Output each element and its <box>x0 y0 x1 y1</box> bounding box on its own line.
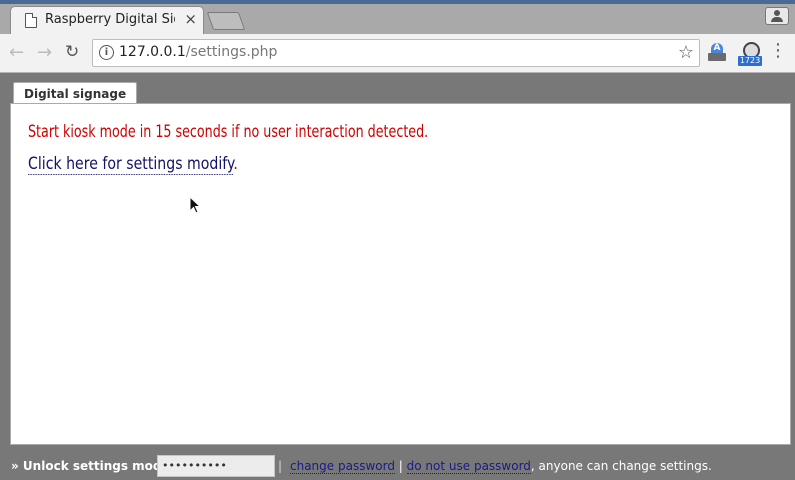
extension-badge: 1723 <box>738 56 762 66</box>
timer-extension-icon[interactable]: 1723 <box>738 42 762 66</box>
forward-icon[interactable]: → <box>37 42 52 63</box>
unlock-password-input[interactable] <box>157 455 275 477</box>
url-text[interactable]: 127.0.0.1/settings.php <box>119 44 277 60</box>
unlock-bar: » Unlock settings modify: | change passw… <box>0 455 795 480</box>
profile-icon[interactable] <box>765 7 789 25</box>
settings-link-period: . <box>233 154 238 174</box>
profile-body <box>771 17 783 22</box>
page-tab-digital-signage[interactable]: Digital signage <box>13 82 138 105</box>
unlock-label-text: » Unlock settings modify <box>11 459 179 473</box>
tab-strip: Raspberry Digital Signage × <box>0 0 795 35</box>
tab-title: Raspberry Digital Signage <box>45 12 175 27</box>
footer-links: change password | do not use password, a… <box>290 455 712 477</box>
change-password-link[interactable]: change password <box>290 459 395 474</box>
browser-toolbar: ← → ↻ i 127.0.0.1/settings.php ☆ A 1723 … <box>0 34 795 73</box>
translate-base <box>708 53 726 61</box>
reload-icon[interactable]: ↻ <box>65 42 79 62</box>
window-top-border <box>0 0 795 4</box>
tab-close-icon[interactable]: × <box>184 10 197 28</box>
new-tab-button[interactable] <box>206 12 246 30</box>
settings-link-line: Click here for settings modify. <box>28 154 238 175</box>
footer-separator: | <box>278 459 283 473</box>
address-bar[interactable]: i 127.0.0.1/settings.php ☆ <box>92 39 700 67</box>
content-panel: Start kiosk mode in 15 seconds if no use… <box>10 103 791 445</box>
profile-head <box>774 10 780 16</box>
no-password-link[interactable]: do not use password <box>406 459 531 474</box>
kiosk-countdown-message: Start kiosk mode in 15 seconds if no use… <box>28 122 429 142</box>
url-path: /settings.php <box>185 44 278 60</box>
link-separator: | <box>398 459 403 473</box>
back-icon[interactable]: ← <box>9 42 24 63</box>
star-icon[interactable]: ☆ <box>678 42 694 63</box>
translate-glyph: A <box>711 43 723 53</box>
menu-icon[interactable]: ⋮ <box>769 42 787 60</box>
settings-modify-link[interactable]: Click here for settings modify <box>28 154 234 175</box>
page-icon <box>25 13 37 28</box>
no-password-note: , anyone can change settings. <box>530 459 712 473</box>
info-icon[interactable]: i <box>99 45 114 60</box>
browser-tab-active[interactable]: Raspberry Digital Signage × <box>10 6 204 35</box>
translate-extension-icon[interactable]: A <box>708 43 726 61</box>
url-host: 127.0.0.1 <box>119 44 186 60</box>
